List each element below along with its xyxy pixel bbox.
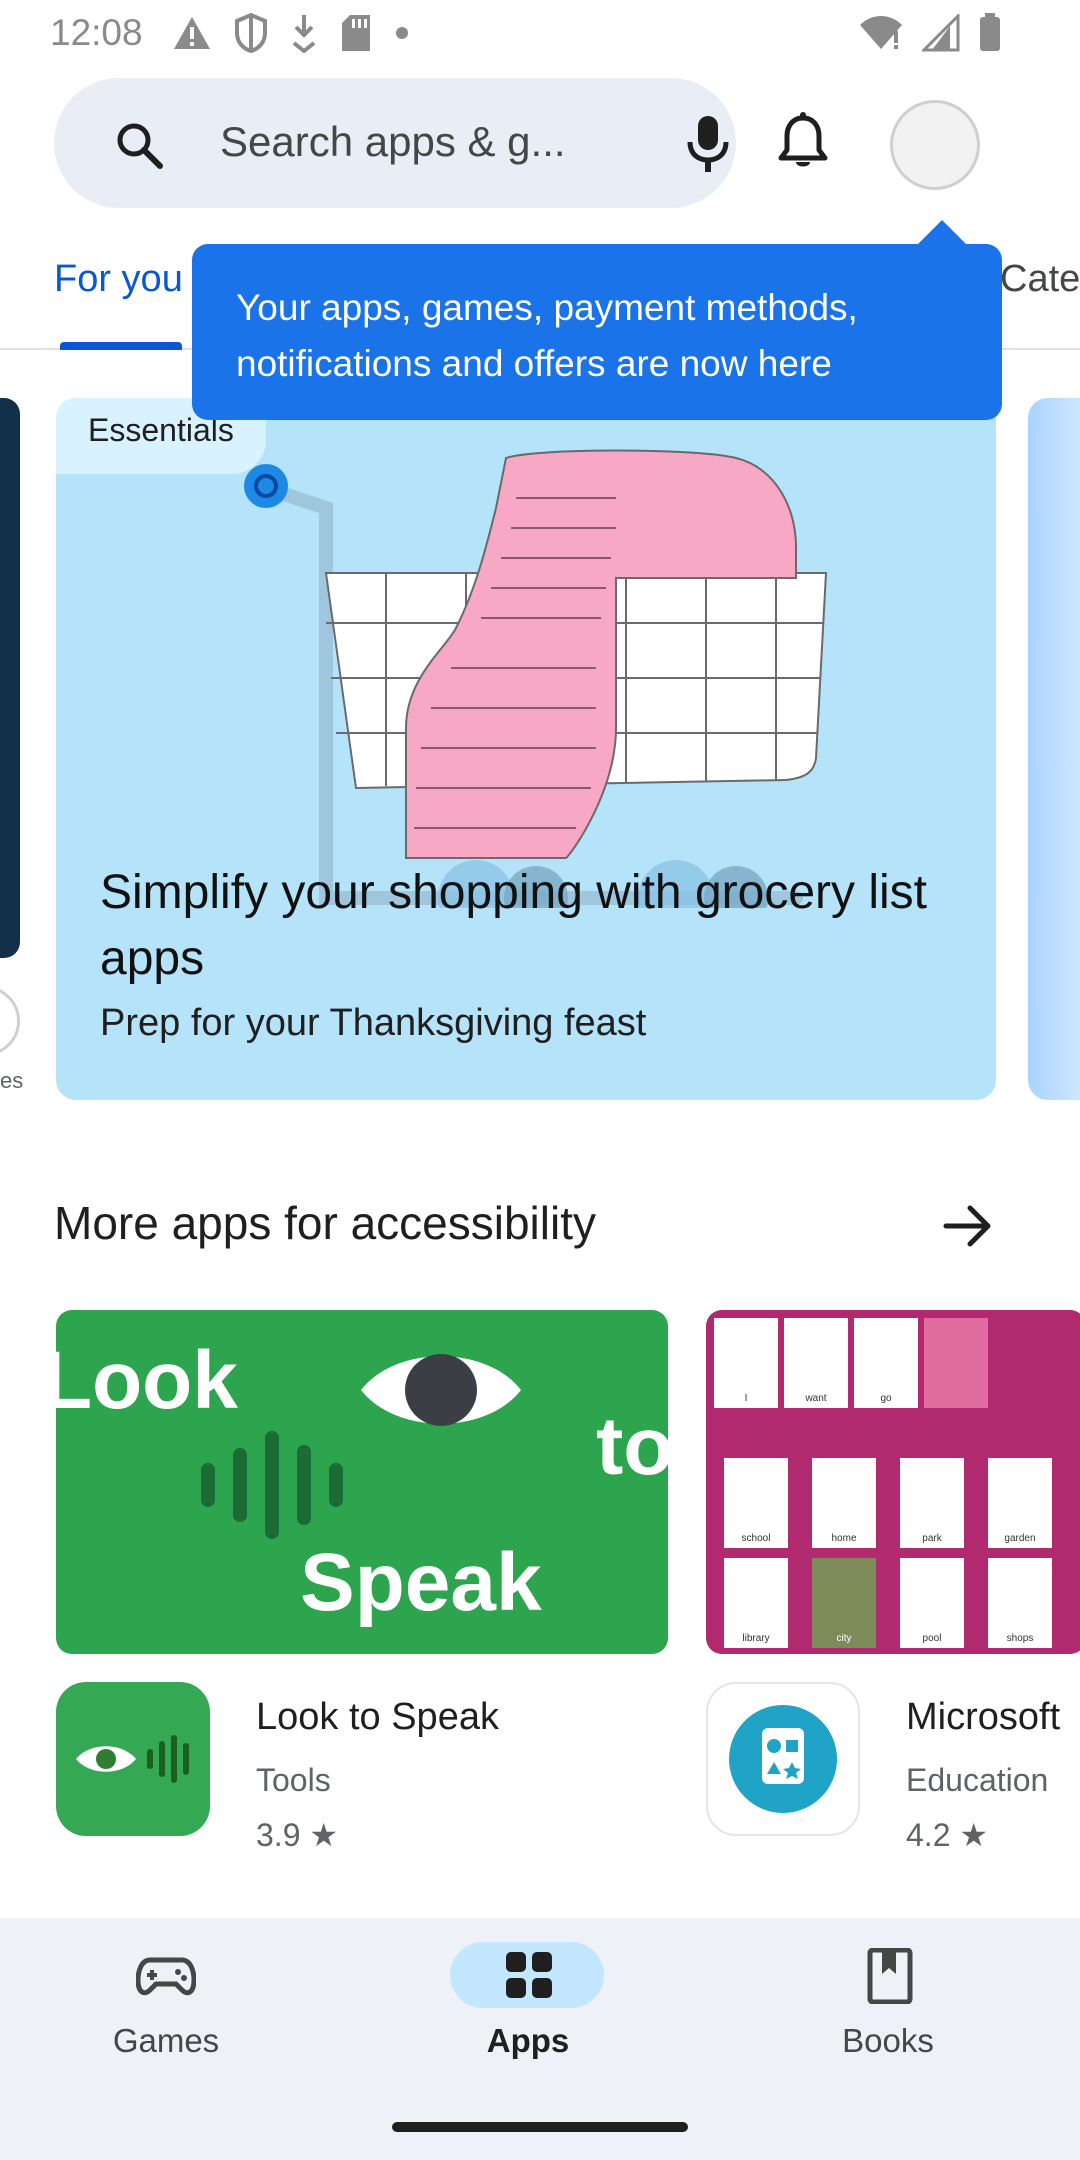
bell-icon[interactable] (776, 112, 830, 172)
home-indicator[interactable] (392, 2122, 688, 2132)
carousel-previous-label: es (0, 1068, 24, 1093)
arrow-right-icon[interactable] (942, 1200, 994, 1252)
symbol-card: shops (988, 1558, 1052, 1648)
eye-soundwave-icon (76, 1735, 189, 1783)
app-name: Microsoft (906, 1696, 1061, 1738)
status-icons-left (172, 12, 410, 54)
symbol-board: I want go school home park garden librar… (706, 1310, 1080, 1654)
section-title[interactable]: More apps for accessibility (54, 1196, 596, 1250)
symbol-card: I (714, 1318, 778, 1408)
tab-categories[interactable]: Cate (1000, 258, 1080, 301)
nav-item-apps[interactable]: Apps (418, 1918, 638, 2098)
mic-icon[interactable] (686, 114, 730, 174)
banner-word-speak: Speak (300, 1537, 542, 1628)
shapes-icon (729, 1705, 837, 1813)
carousel-previous-app-icon[interactable] (0, 986, 20, 1056)
app-category: Tools (256, 1762, 331, 1798)
microsoft-banner[interactable]: I want go school home park garden librar… (706, 1310, 1080, 1654)
gamepad-icon (136, 1957, 196, 1996)
carousel-card-previous[interactable] (0, 398, 20, 958)
symbol-card: garden (988, 1458, 1052, 1548)
wifi-icon (860, 16, 902, 49)
download-icon (292, 15, 316, 53)
look-to-speak-app-icon[interactable] (56, 1682, 210, 1836)
soundwave-icon (201, 1431, 343, 1539)
look-to-speak-banner[interactable]: Look to Speak (56, 1310, 668, 1654)
search-bar[interactable]: Search apps & g... (54, 78, 736, 208)
symbol-card: want (784, 1318, 848, 1408)
sd-card-icon (342, 15, 370, 51)
status-bar: 12:08 (0, 0, 1080, 66)
featured-subtitle: Prep for your Thanksgiving feast (100, 1002, 647, 1044)
status-icons-right (858, 12, 1002, 54)
shield-icon (235, 13, 267, 53)
app-name: Look to Speak (256, 1696, 499, 1738)
nav-item-games[interactable]: Games (56, 1918, 276, 2098)
symbol-card: home (812, 1458, 876, 1548)
bookmark-icon (867, 1948, 913, 2004)
search-input[interactable]: Search apps & g... (220, 118, 566, 166)
alert-icon (174, 17, 210, 49)
nav-label-books: Books (842, 2022, 934, 2059)
tooltip-arrow (916, 220, 968, 246)
app-category: Education (906, 1762, 1049, 1798)
status-time: 12:08 (50, 12, 143, 53)
battery-icon (980, 13, 1000, 51)
tab-indicator (60, 342, 182, 350)
nav-label-apps: Apps (486, 2022, 570, 2059)
shopping-cart-illustration (244, 449, 828, 908)
eye-icon (361, 1354, 521, 1426)
microsoft-app-icon[interactable] (706, 1682, 860, 1836)
signal-icon (922, 14, 960, 52)
featured-card[interactable]: Essentials Simplify your shopping with g… (56, 398, 996, 1100)
app-rating: 4.2 ★ (906, 1817, 989, 1853)
carousel-card-next[interactable] (1028, 398, 1080, 1100)
symbol-card: pool (900, 1558, 964, 1648)
symbol-card: park (900, 1458, 964, 1548)
nav-label-games: Games (112, 2022, 220, 2059)
banner-word-to: to (596, 1401, 668, 1492)
apps-grid-icon (506, 1952, 552, 1998)
tooltip-text: Your apps, games, payment methods, notif… (236, 287, 858, 384)
nav-item-books[interactable]: Books (778, 1918, 998, 2098)
symbol-card: go (854, 1318, 918, 1408)
account-tooltip[interactable]: Your apps, games, payment methods, notif… (192, 244, 1002, 420)
search-icon (117, 123, 163, 169)
symbol-card (924, 1318, 988, 1408)
tab-for-you[interactable]: For you (54, 258, 183, 301)
symbol-card: city (812, 1558, 876, 1648)
symbol-card: library (724, 1558, 788, 1648)
banner-word-look: Look (56, 1335, 238, 1426)
app-rating: 3.9 ★ (256, 1817, 339, 1853)
featured-title: Simplify your shopping with grocery list… (100, 866, 927, 985)
symbol-card: school (724, 1458, 788, 1548)
avatar[interactable] (890, 100, 980, 190)
dot-icon (396, 27, 408, 39)
